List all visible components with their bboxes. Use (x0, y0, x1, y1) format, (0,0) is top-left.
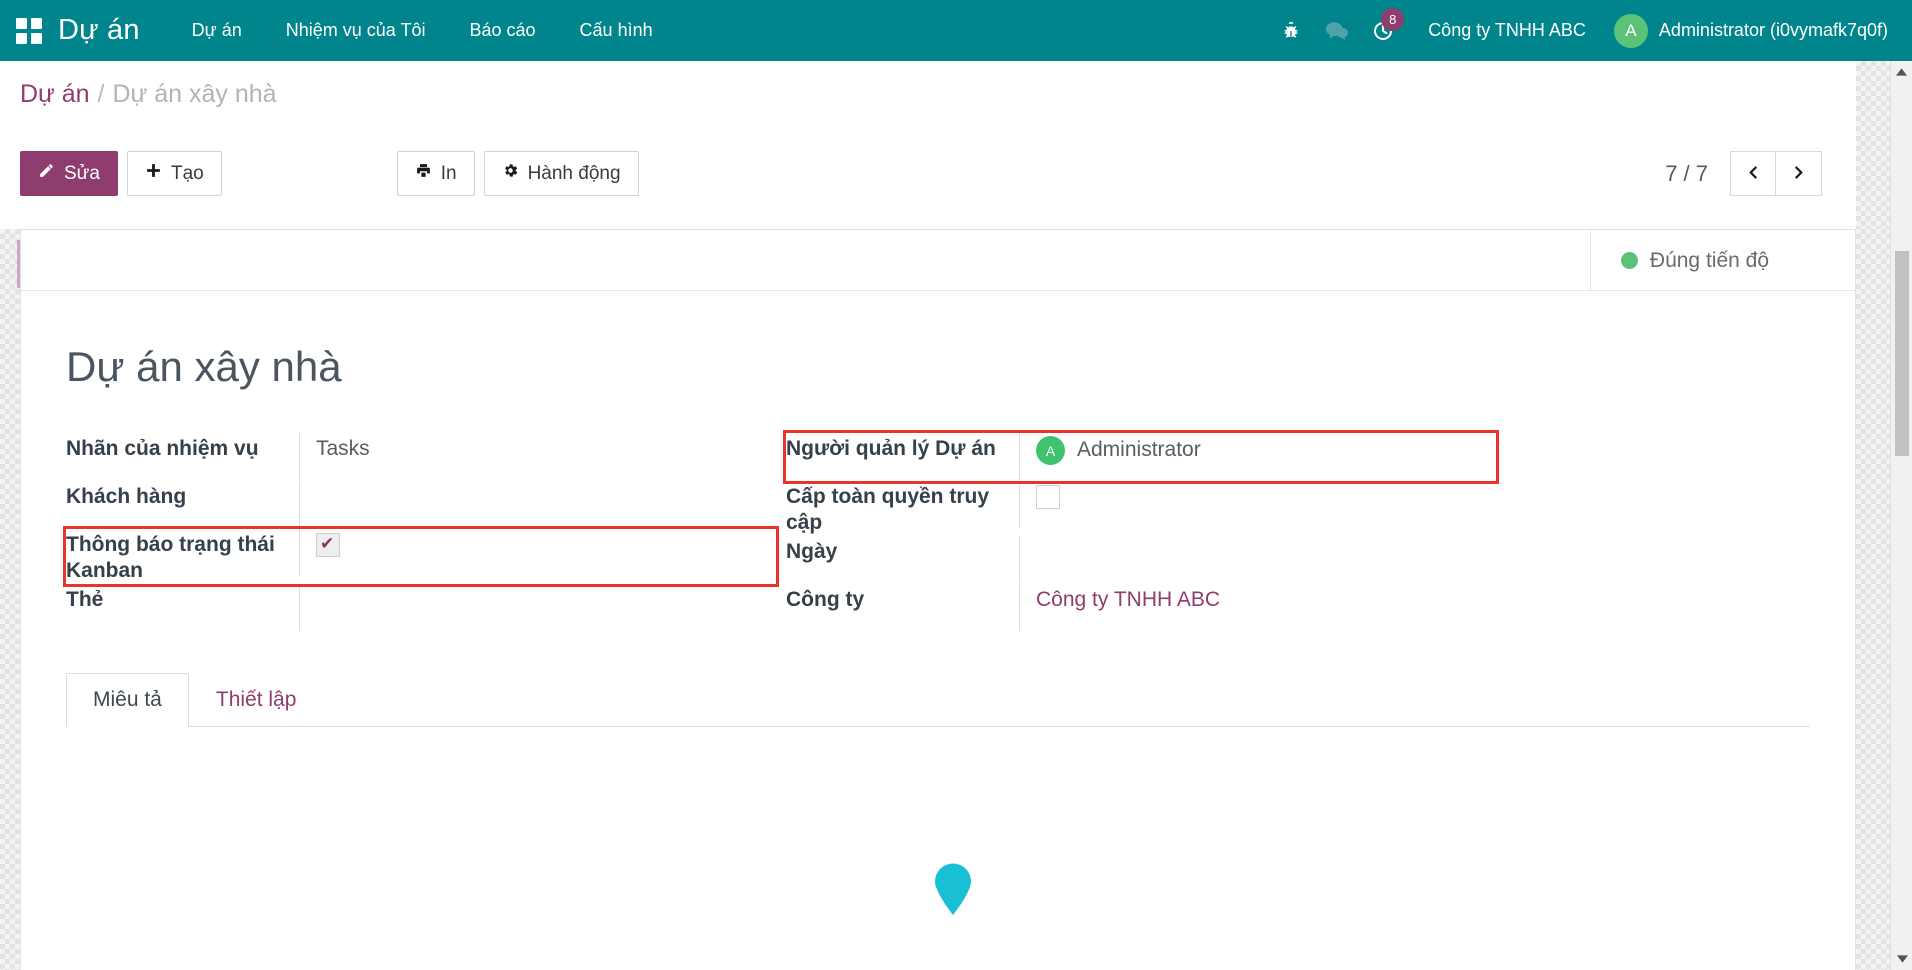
field-row-full-access: Cấp toàn quyền truy cập (786, 481, 1496, 536)
apps-grid-cell (16, 33, 27, 44)
printer-icon (415, 162, 432, 185)
field-value[interactable]: A Administrator (1019, 433, 1496, 480)
field-row-task-label: Nhãn của nhiệm vụ Tasks (66, 433, 776, 481)
menu-item-projects[interactable]: Dự án (170, 0, 264, 61)
tab-settings[interactable]: Thiết lập (189, 673, 324, 727)
breadcrumb: Dự án / Dự án xây nhà (20, 77, 277, 111)
user-menu[interactable]: A Administrator (i0vymafk7q0f) (1604, 14, 1912, 48)
pencil-icon (38, 162, 55, 185)
field-row-date: Ngày (786, 536, 1496, 584)
backdrop-left (0, 229, 20, 970)
pager-next-button[interactable] (1776, 151, 1822, 196)
avatar: A (1036, 436, 1065, 465)
apps-grid-icon[interactable] (16, 18, 42, 44)
status-badge[interactable]: Đúng tiến độ (1590, 230, 1819, 291)
scroll-down-arrow-icon[interactable] (1891, 948, 1912, 970)
print-button-label: In (441, 163, 457, 185)
print-button[interactable]: In (397, 151, 475, 196)
scrollbar-thumb[interactable] (1895, 251, 1909, 456)
kanban-notification-checkbox[interactable] (316, 533, 340, 557)
create-button-label: Tạo (171, 163, 204, 185)
field-row-customer: Khách hàng (66, 481, 776, 529)
breadcrumb-root[interactable]: Dự án (20, 80, 90, 108)
field-row-tags: Thẻ (66, 584, 776, 632)
form-sheet: Đúng tiến độ Dự án xây nhà Nhãn của nhiệ… (20, 229, 1856, 970)
edit-button-label: Sửa (64, 163, 100, 185)
edit-button[interactable]: Sửa (20, 151, 118, 196)
navbar-right: 8 Công ty TNHH ABC A Administrator (i0vy… (1268, 0, 1912, 61)
gear-icon (502, 162, 519, 185)
field-value[interactable] (1019, 536, 1496, 583)
field-value[interactable]: Công ty TNHH ABC (1019, 584, 1496, 631)
field-value (1019, 481, 1496, 528)
top-navbar: Dự án Dự án Nhiệm vụ của Tôi Báo cáo Cấu… (0, 0, 1912, 61)
menu-item-reports[interactable]: Báo cáo (447, 0, 557, 61)
vertical-scrollbar[interactable] (1890, 61, 1912, 970)
full-access-checkbox[interactable] (1036, 485, 1060, 509)
form-columns: Nhãn của nhiệm vụ Tasks Khách hàng Thông… (21, 433, 1855, 632)
control-panel: Dự án / Dự án xây nhà Sửa Tạo (0, 61, 1856, 229)
apps-grid-cell (31, 18, 42, 29)
status-label: Đúng tiến độ (1650, 249, 1769, 273)
field-value (299, 529, 776, 576)
main-menu: Dự án Nhiệm vụ của Tôi Báo cáo Cấu hình (170, 0, 675, 61)
field-row-project-manager: Người quản lý Dự án A Administrator (786, 433, 1496, 481)
menu-item-my-tasks[interactable]: Nhiệm vụ của Tôi (264, 0, 448, 61)
create-button[interactable]: Tạo (127, 151, 222, 196)
form-column-right: Người quản lý Dự án A Administrator Cấp t… (786, 433, 1496, 632)
plus-icon (145, 162, 162, 185)
field-value[interactable] (299, 481, 776, 528)
bug-icon[interactable] (1268, 0, 1314, 61)
field-label: Cấp toàn quyền truy cập (786, 481, 1019, 536)
user-name-label: Administrator (i0vymafk7q0f) (1659, 20, 1888, 41)
breadcrumb-separator: / (98, 80, 105, 108)
tab-description[interactable]: Miêu tả (66, 673, 189, 727)
notebook-tabs: Miêu tả Thiết lập (66, 672, 1810, 727)
field-row-kanban-notification: Thông báo trạng thái Kanban (66, 529, 776, 584)
field-label: Ngày (786, 536, 1019, 565)
chevron-right-icon (1790, 164, 1807, 184)
status-bar: Đúng tiến độ (21, 230, 1855, 291)
field-label: Thẻ (66, 584, 299, 613)
action-button[interactable]: Hành động (484, 151, 639, 196)
pager-count: 7 / 7 (1665, 161, 1708, 187)
status-dot-icon (1621, 252, 1638, 269)
chevron-left-icon (1745, 164, 1762, 184)
project-manager-name: Administrator (1077, 438, 1201, 461)
field-value[interactable]: Tasks (299, 433, 776, 480)
form-column-left: Nhãn của nhiệm vụ Tasks Khách hàng Thông… (66, 433, 776, 632)
pager-previous-button[interactable] (1730, 151, 1776, 196)
pager: 7 / 7 (1665, 151, 1822, 196)
scroll-up-arrow-icon[interactable] (1891, 61, 1912, 83)
record-buttons: Sửa Tạo In Hàn (20, 151, 639, 196)
apps-grid-cell (31, 33, 42, 44)
activity-clock-icon[interactable]: 8 (1360, 0, 1406, 61)
brand-title[interactable]: Dự án (58, 14, 140, 47)
field-label: Người quản lý Dự án (786, 433, 1019, 462)
menu-item-configuration[interactable]: Cấu hình (558, 0, 675, 61)
action-button-label: Hành động (528, 163, 621, 185)
backdrop-right (1856, 229, 1890, 970)
field-label: Thông báo trạng thái Kanban (66, 529, 299, 584)
apps-grid-cell (16, 18, 27, 29)
chat-bubble-icon[interactable] (1314, 0, 1360, 61)
avatar: A (1614, 14, 1648, 48)
field-label: Nhãn của nhiệm vụ (66, 433, 299, 462)
breadcrumb-current: Dự án xây nhà (113, 80, 277, 108)
backdrop-control-right (1856, 61, 1890, 229)
field-value[interactable] (299, 584, 776, 631)
company-switcher[interactable]: Công ty TNHH ABC (1406, 20, 1604, 41)
field-label: Khách hàng (66, 481, 299, 510)
field-label: Công ty (786, 584, 1019, 613)
activity-badge-count: 8 (1381, 8, 1404, 31)
field-row-company: Công ty Công ty TNHH ABC (786, 584, 1496, 632)
page-title: Dự án xây nhà (66, 343, 1855, 391)
